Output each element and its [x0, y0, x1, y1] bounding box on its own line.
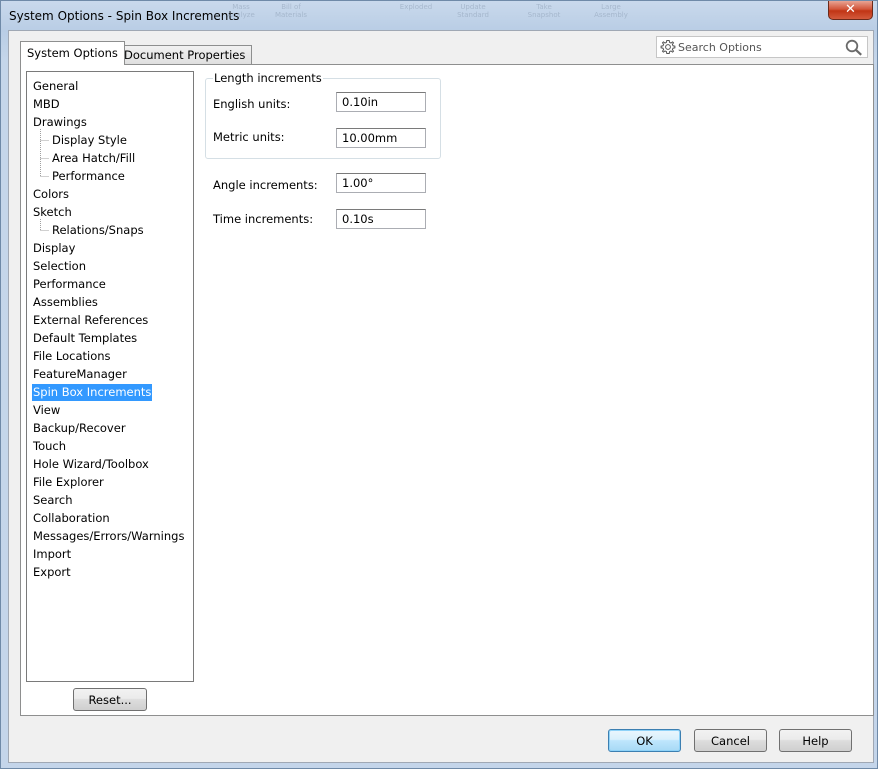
- metric-units-label: Metric units:: [213, 130, 285, 144]
- tree-item-spin-box-increments[interactable]: Spin Box Increments: [32, 384, 153, 401]
- tree-item-mbd[interactable]: MBD: [32, 96, 61, 113]
- close-button[interactable]: ✕: [828, 1, 873, 20]
- gear-icon[interactable]: [660, 39, 676, 55]
- options-tree: General MBD Drawings Display Style Area …: [26, 71, 194, 682]
- tree-item-default-templates[interactable]: Default Templates: [32, 330, 138, 347]
- tree-item-display-style[interactable]: Display Style: [51, 132, 128, 149]
- background-toolbar-label: Large Assembly: [594, 3, 628, 19]
- background-toolbar-label: Take Snapshot: [527, 3, 561, 19]
- tree-item-area-hatch-fill[interactable]: Area Hatch/Fill: [51, 150, 136, 167]
- tree-item-display[interactable]: Display: [32, 240, 76, 257]
- tree-item-drawings[interactable]: Drawings: [32, 114, 88, 131]
- tree-item-collaboration[interactable]: Collaboration: [32, 510, 111, 527]
- time-increments-field[interactable]: [336, 209, 426, 229]
- search-input[interactable]: [678, 38, 840, 56]
- tree-item-drawings-performance[interactable]: Performance: [51, 168, 126, 185]
- background-toolbar-label: Update Standard: [457, 3, 489, 19]
- help-button[interactable]: Help: [779, 729, 852, 752]
- tree-item-selection[interactable]: Selection: [32, 258, 87, 275]
- english-units-field[interactable]: [336, 92, 426, 112]
- tab-system-options[interactable]: System Options: [20, 41, 125, 65]
- search-options-box: [656, 36, 868, 58]
- search-icon[interactable]: [845, 39, 863, 56]
- tree-item-messages-errors-warnings[interactable]: Messages/Errors/Warnings: [32, 528, 185, 545]
- tree-item-touch[interactable]: Touch: [32, 438, 67, 455]
- length-increments-legend: Length increments: [213, 71, 323, 85]
- reset-button[interactable]: Reset...: [73, 688, 147, 711]
- metric-units-field[interactable]: [336, 128, 426, 148]
- tree-item-assemblies[interactable]: Assemblies: [32, 294, 99, 311]
- tab-document-properties[interactable]: Document Properties: [117, 45, 253, 65]
- background-toolbar-label: Mass Analyze: [227, 3, 255, 19]
- tree-item-featuremanager[interactable]: FeatureManager: [32, 366, 128, 383]
- angle-increments-field[interactable]: [336, 173, 426, 193]
- ok-button[interactable]: OK: [608, 729, 681, 752]
- tree-item-colors[interactable]: Colors: [32, 186, 70, 203]
- tree-item-backup-recover[interactable]: Backup/Recover: [32, 420, 127, 437]
- tree-item-import[interactable]: Import: [32, 546, 72, 563]
- title-bar[interactable]: System Options - Spin Box Increments Mas…: [1, 1, 879, 31]
- tree-item-file-locations[interactable]: File Locations: [32, 348, 112, 365]
- tree-item-general[interactable]: General: [32, 78, 79, 95]
- tree-item-relations-snaps[interactable]: Relations/Snaps: [51, 222, 145, 239]
- tree-item-sketch[interactable]: Sketch: [32, 204, 73, 221]
- tree-item-hole-wizard-toolbox[interactable]: Hole Wizard/Toolbox: [32, 456, 150, 473]
- angle-increments-label: Angle increments:: [213, 178, 318, 192]
- tree-item-external-references[interactable]: External References: [32, 312, 149, 329]
- time-increments-label: Time increments:: [213, 212, 314, 226]
- background-toolbar-label: Bill of Materials: [274, 3, 308, 19]
- tree-item-view[interactable]: View: [32, 402, 61, 419]
- tree-item-export[interactable]: Export: [32, 564, 72, 581]
- system-options-dialog: System Options - Spin Box Increments Mas…: [0, 0, 878, 769]
- tree-item-search[interactable]: Search: [32, 492, 74, 509]
- english-units-label: English units:: [213, 97, 291, 111]
- tree-item-performance[interactable]: Performance: [32, 276, 107, 293]
- cancel-button[interactable]: Cancel: [694, 729, 767, 752]
- dialog-client-area: System Options Document Properties Gener…: [8, 30, 874, 763]
- close-icon: ✕: [845, 2, 856, 17]
- tree-item-file-explorer[interactable]: File Explorer: [32, 474, 105, 491]
- window-title: System Options - Spin Box Increments: [9, 9, 240, 23]
- background-toolbar-label: Exploded: [399, 3, 433, 11]
